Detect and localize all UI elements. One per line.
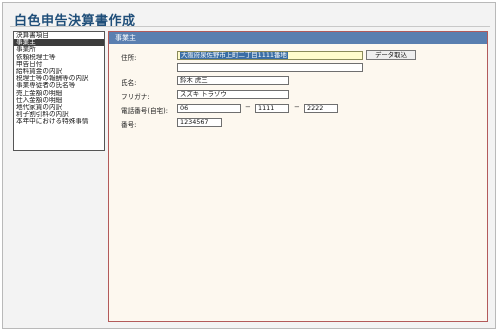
sidebar-item[interactable]: 決算書項目 [14,32,104,39]
sidebar-item[interactable]: 税理士等の報酬等の内訳 [14,75,104,82]
sidebar-item[interactable]: 事業所 [14,46,104,53]
sidebar-list[interactable]: 決算書項目 事業主 事業所 依頼税理士等 申告日付 給料賃金の内訳 税理士等の報… [13,31,105,151]
number-label: 番号: [121,121,137,129]
sidebar-item[interactable]: 事業主 [14,39,104,47]
phone-area-field[interactable]: 06 [177,104,241,113]
sidebar-item[interactable]: 利子割引料の内訳 [14,111,104,118]
address-field-2[interactable] [177,63,363,72]
phone-separator: − [245,103,251,111]
sidebar-item[interactable]: 地代家賃の内訳 [14,104,104,111]
number-field[interactable]: 1234567 [177,118,222,127]
sidebar-item[interactable]: 本年中における特殊事情 [14,118,104,125]
sidebar-item[interactable]: 事業専従者の氏名等 [14,82,104,89]
address-field[interactable]: 大阪府泉佐野市上町二丁目1111番地 [177,51,363,60]
detail-panel: 事業主 住所: 大阪府泉佐野市上町二丁目1111番地 データ取込 氏名: 鈴木 … [108,31,488,322]
address-value: 大阪府泉佐野市上町二丁目1111番地 [180,51,288,59]
furigana-field[interactable]: スズキ トラゾウ [177,90,289,99]
name-label: 氏名: [121,79,137,87]
phone-separator: − [294,103,300,111]
name-field[interactable]: 鈴木 虎三 [177,76,289,85]
sidebar-item[interactable]: 仕入金額の明細 [14,97,104,104]
panel-title: 事業主 [109,32,487,44]
sidebar-item[interactable]: 依頼税理士等 [14,54,104,61]
phone-line-field[interactable]: 2222 [304,104,338,113]
furigana-label: フリガナ: [121,93,150,101]
phone-exchange-field[interactable]: 1111 [255,104,289,113]
sidebar-item[interactable]: 申告日付 [14,61,104,68]
title-divider [10,26,490,27]
sidebar-item[interactable]: 給料賃金の内訳 [14,68,104,75]
phone-label: 電話番号(自宅): [121,107,168,115]
sidebar-item[interactable]: 売上金額の明細 [14,90,104,97]
address-label: 住所: [121,54,137,62]
data-import-button[interactable]: データ取込 [366,50,416,60]
